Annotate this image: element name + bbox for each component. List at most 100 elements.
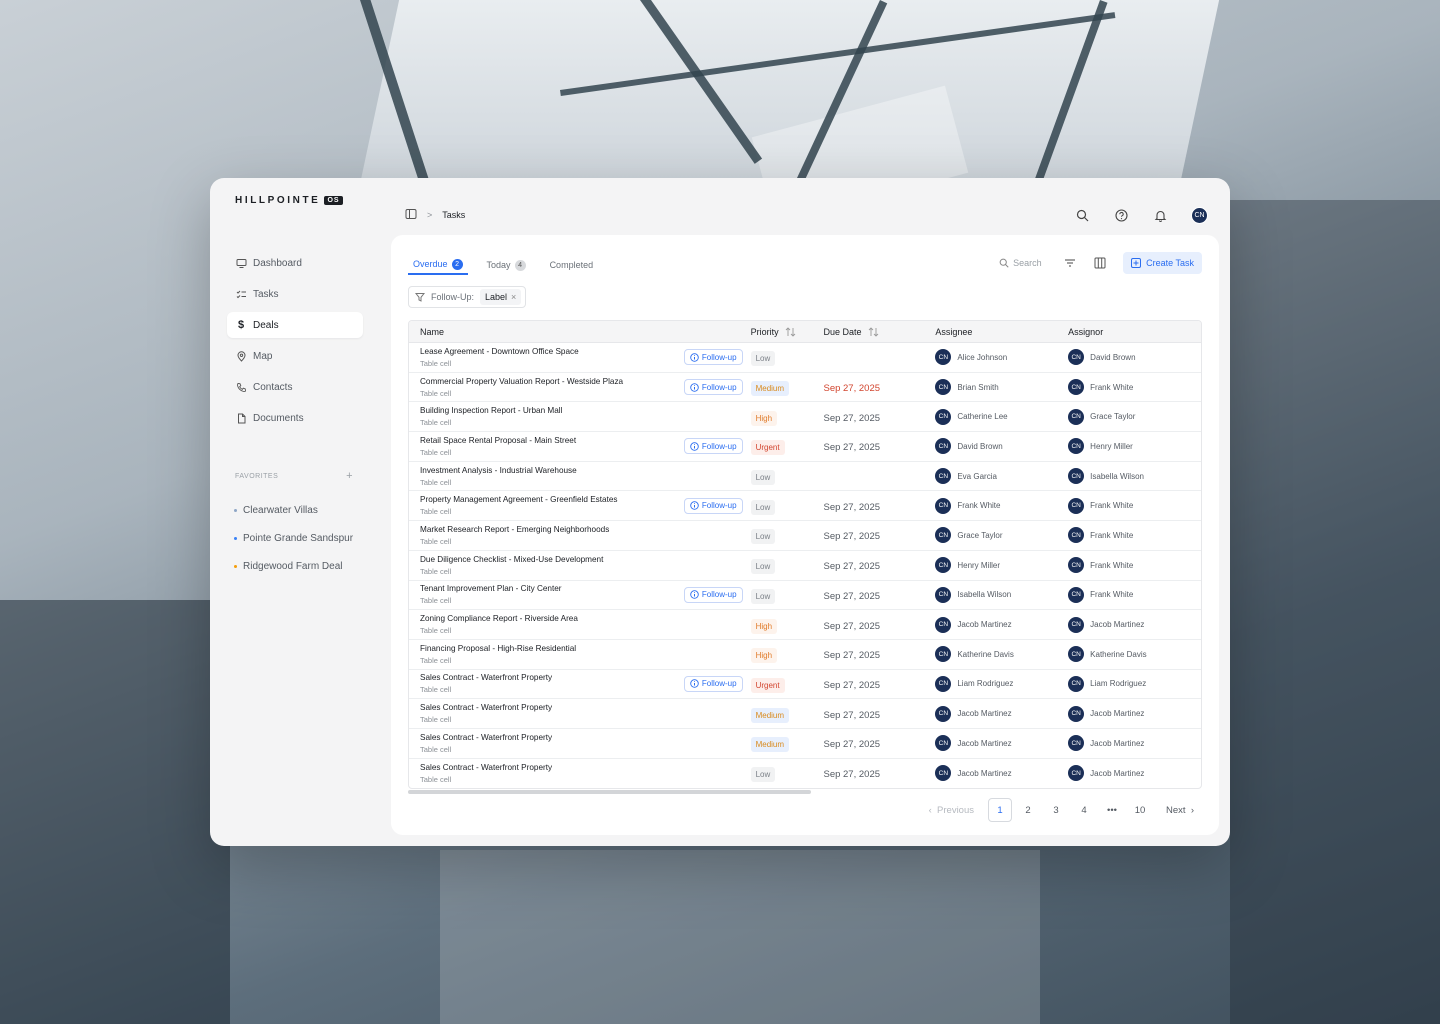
page-button[interactable]: 10 <box>1128 798 1152 822</box>
avatar[interactable]: CN <box>935 705 952 722</box>
column-name[interactable]: Name <box>409 327 751 337</box>
table-row[interactable]: Due Diligence Checklist - Mixed-Use Deve… <box>409 551 1201 581</box>
avatar[interactable]: CN <box>935 586 952 603</box>
avatar[interactable]: CN <box>1068 497 1085 514</box>
column-due-date[interactable]: Due Date <box>823 327 935 337</box>
page-button[interactable]: 4 <box>1072 798 1096 822</box>
avatar[interactable]: CN <box>935 527 952 544</box>
table-row[interactable]: Tenant Improvement Plan - City Center Ta… <box>409 581 1201 611</box>
avatar[interactable]: CN <box>1068 646 1085 663</box>
task-name[interactable]: Sales Contract - Waterfront Property <box>420 733 751 742</box>
add-favorite-button[interactable]: + <box>346 471 353 482</box>
tab-completed[interactable]: Completed <box>545 255 599 275</box>
avatar[interactable]: CN <box>935 616 952 633</box>
sort-icon[interactable] <box>868 326 879 337</box>
column-assignee[interactable]: Assignee <box>935 327 1068 337</box>
sidebar-item-documents[interactable]: Documents <box>227 405 363 431</box>
avatar[interactable]: CN <box>1068 408 1085 425</box>
table-row[interactable]: Building Inspection Report - Urban Mall … <box>409 402 1201 433</box>
table-row[interactable]: Property Management Agreement - Greenfie… <box>409 491 1201 522</box>
avatar[interactable]: CN <box>935 379 952 396</box>
follow-up-button[interactable]: Follow-up <box>683 497 743 514</box>
page-button[interactable]: 1 <box>988 798 1012 822</box>
follow-up-button[interactable]: Follow-up <box>683 379 743 396</box>
task-name[interactable]: Financing Proposal - High-Rise Residenti… <box>420 644 751 653</box>
column-assignor[interactable]: Assignor <box>1068 327 1201 337</box>
avatar[interactable]: CN <box>1068 675 1085 692</box>
avatar[interactable]: CN <box>1068 765 1085 782</box>
task-name[interactable]: Sales Contract - Waterfront Property <box>420 703 751 712</box>
table-row[interactable]: Sales Contract - Waterfront Property Tab… <box>409 670 1201 700</box>
sidebar-item-dashboard[interactable]: Dashboard <box>227 250 363 276</box>
filter-chip[interactable]: Follow-Up: Label × <box>408 286 527 308</box>
table-row[interactable]: Sales Contract - Waterfront Property Tab… <box>409 729 1201 759</box>
task-name[interactable]: Building Inspection Report - Urban Mall <box>420 406 751 415</box>
next-page-button[interactable]: Next › <box>1156 798 1194 822</box>
avatar[interactable]: CN <box>1068 438 1085 455</box>
table-row[interactable]: Retail Space Rental Proposal - Main Stre… <box>409 432 1201 462</box>
follow-up-button[interactable]: Follow-up <box>683 349 743 366</box>
tab-overdue[interactable]: Overdue 2 <box>408 255 468 275</box>
sidebar-item-tasks[interactable]: Tasks <box>227 281 363 307</box>
table-row[interactable]: Sales Contract - Waterfront Property Tab… <box>409 699 1201 729</box>
avatar[interactable]: CN <box>1068 468 1085 485</box>
avatar[interactable]: CN <box>1068 735 1085 752</box>
avatar[interactable]: CN <box>1068 349 1085 366</box>
task-name[interactable]: Zoning Compliance Report - Riverside Are… <box>420 614 751 623</box>
bell-icon[interactable] <box>1152 207 1169 224</box>
table-row[interactable]: Commercial Property Valuation Report - W… <box>409 373 1201 403</box>
follow-up-button[interactable]: Follow-up <box>683 438 743 455</box>
filter-icon[interactable] <box>1063 256 1077 270</box>
avatar[interactable]: CN <box>935 557 952 574</box>
follow-up-button[interactable]: Follow-up <box>683 675 743 692</box>
avatar[interactable]: CN <box>1068 616 1085 633</box>
avatar[interactable]: CN <box>935 735 952 752</box>
avatar[interactable]: CN <box>1068 557 1085 574</box>
avatar[interactable]: CN <box>1068 379 1085 396</box>
page-button[interactable]: 3 <box>1044 798 1068 822</box>
tab-today[interactable]: Today 4 <box>482 255 531 275</box>
favorite-item[interactable]: Pointe Grande Sandspur <box>234 524 353 552</box>
page-button[interactable]: 2 <box>1016 798 1040 822</box>
favorite-item[interactable]: Clearwater Villas <box>234 496 353 524</box>
avatar[interactable]: CN <box>935 646 952 663</box>
avatar[interactable]: CN <box>935 349 952 366</box>
table-row[interactable]: Financing Proposal - High-Rise Residenti… <box>409 640 1201 670</box>
search-icon[interactable] <box>1074 207 1091 224</box>
horizontal-scrollbar[interactable] <box>408 790 811 794</box>
avatar[interactable]: CN <box>1068 586 1085 603</box>
avatar[interactable]: CN <box>935 438 952 455</box>
sidebar-item-deals[interactable]: $ Deals <box>227 312 363 338</box>
avatar[interactable]: CN <box>935 675 952 692</box>
sidebar-item-contacts[interactable]: Contacts <box>227 374 363 400</box>
previous-page-button[interactable]: ‹ Previous <box>929 798 984 822</box>
table-row[interactable]: Sales Contract - Waterfront Property Tab… <box>409 759 1201 789</box>
sidebar-item-map[interactable]: Map <box>227 343 363 369</box>
favorite-item[interactable]: Ridgewood Farm Deal <box>234 552 353 580</box>
follow-up-button[interactable]: Follow-up <box>683 586 743 603</box>
remove-filter-icon[interactable]: × <box>511 292 516 302</box>
create-task-button[interactable]: Create Task <box>1123 252 1202 274</box>
help-icon[interactable] <box>1113 207 1130 224</box>
table-row[interactable]: Investment Analysis - Industrial Warehou… <box>409 462 1201 492</box>
table-row[interactable]: Lease Agreement - Downtown Office Space … <box>409 343 1201 373</box>
table-row[interactable]: Zoning Compliance Report - Riverside Are… <box>409 610 1201 640</box>
avatar[interactable]: CN <box>1068 527 1085 544</box>
user-avatar[interactable]: CN <box>1191 206 1208 224</box>
sort-icon[interactable] <box>785 326 796 337</box>
page-button[interactable]: ••• <box>1100 798 1124 822</box>
task-name[interactable]: Market Research Report - Emerging Neighb… <box>420 525 751 534</box>
column-priority[interactable]: Priority <box>751 327 824 337</box>
avatar[interactable]: CN <box>935 408 952 425</box>
avatar[interactable]: CN <box>935 497 952 514</box>
table-row[interactable]: Market Research Report - Emerging Neighb… <box>409 521 1201 551</box>
avatar[interactable]: CN <box>1068 705 1085 722</box>
sidebar-toggle-icon[interactable] <box>405 208 417 222</box>
avatar[interactable]: CN <box>935 765 952 782</box>
task-name[interactable]: Investment Analysis - Industrial Warehou… <box>420 466 751 475</box>
columns-icon[interactable] <box>1093 256 1107 270</box>
avatar[interactable]: CN <box>935 468 952 485</box>
search-input[interactable]: Search <box>999 258 1047 268</box>
task-name[interactable]: Sales Contract - Waterfront Property <box>420 763 751 772</box>
task-name[interactable]: Due Diligence Checklist - Mixed-Use Deve… <box>420 555 751 564</box>
